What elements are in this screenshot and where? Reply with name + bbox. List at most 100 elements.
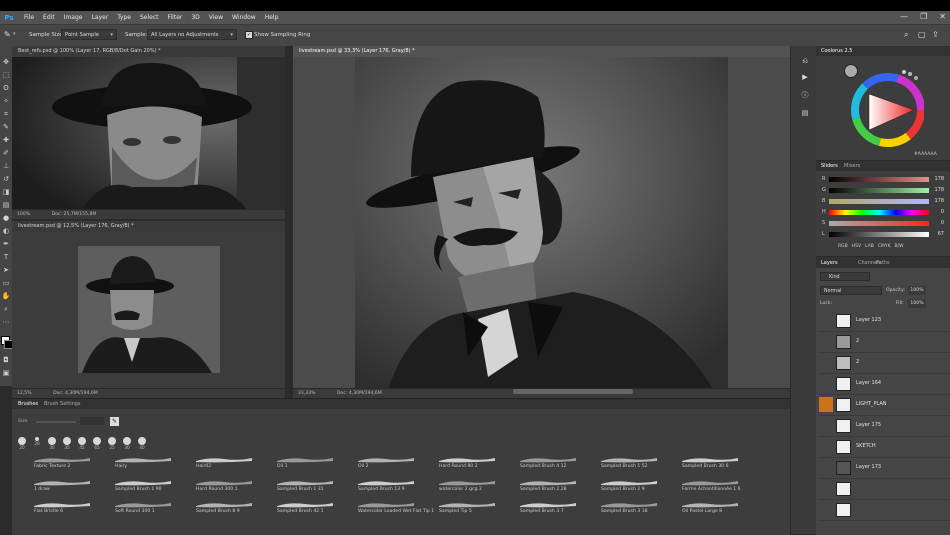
- horizontal-scrollbar[interactable]: [513, 389, 633, 394]
- eyedropper-tool-icon[interactable]: ✎: [1, 123, 11, 132]
- brush-tool-icon[interactable]: ✐: [1, 149, 11, 158]
- layer-row[interactable]: SKETCH: [819, 437, 950, 458]
- gradient-tool-icon[interactable]: ▤: [1, 201, 11, 210]
- properties-icon[interactable]: ▤: [800, 108, 810, 118]
- slider-l-track[interactable]: [829, 232, 929, 237]
- dodge-tool-icon[interactable]: ◐: [1, 227, 11, 236]
- brush-item[interactable]: Sampled Tip 5: [427, 501, 507, 519]
- brush-preset[interactable]: 20: [32, 437, 42, 446]
- layer-row[interactable]: 2: [819, 332, 950, 353]
- brush-item[interactable]: Sampled Brush 1 90: [103, 479, 183, 497]
- hand-tool-icon[interactable]: ✋: [1, 292, 11, 301]
- sample-select[interactable]: All Layers no Adjustments: [147, 29, 237, 41]
- slider-l-value[interactable]: 67: [930, 230, 944, 239]
- layer-name[interactable]: 2: [856, 359, 859, 365]
- sliders-tab[interactable]: Sliders: [821, 163, 838, 169]
- history-brush-icon[interactable]: ↺: [1, 175, 11, 184]
- layer-name[interactable]: Layer 164: [856, 380, 881, 386]
- hex-value[interactable]: #AAAAAA: [914, 152, 937, 157]
- show-sampling-ring-checkbox[interactable]: ✓: [245, 31, 253, 39]
- pen-tool-icon[interactable]: ✒: [1, 240, 11, 249]
- brush-item[interactable]: Sampled Brush 8 9: [184, 501, 264, 519]
- restore-button[interactable]: ❐: [920, 12, 927, 21]
- stamp-tool-icon[interactable]: ⊥: [1, 162, 11, 171]
- share-icon[interactable]: ⇪: [932, 30, 939, 39]
- info-icon[interactable]: ⓘ: [800, 90, 810, 100]
- layer-row[interactable]: Layer 164: [819, 374, 950, 395]
- mode-hsv[interactable]: HSV: [852, 244, 861, 249]
- reference-zoom-level[interactable]: 100%: [17, 212, 30, 217]
- brush-item[interactable]: Watercolor Loaded Wet Flat Tip 1: [346, 501, 434, 519]
- minimize-button[interactable]: —: [900, 12, 908, 21]
- brush-item[interactable]: Oil 2: [346, 456, 426, 474]
- coolorus-tab[interactable]: Coolorus 2.5: [821, 48, 852, 54]
- brush-item[interactable]: Sampled Brush 2 9: [589, 479, 669, 497]
- layer-row[interactable]: 2: [819, 353, 950, 374]
- brush-item[interactable]: Hard Round 300 1: [184, 479, 264, 497]
- new-brush-icon[interactable]: ✎: [110, 417, 119, 426]
- layer-name[interactable]: LIGHT_PLAN: [856, 401, 887, 407]
- mode-cmyk[interactable]: CMYK: [878, 244, 891, 249]
- brush-preset[interactable]: 40: [137, 437, 147, 450]
- marquee-tool-icon[interactable]: ⬚: [1, 71, 11, 80]
- layer-name[interactable]: Layer 123: [856, 317, 881, 323]
- layer-row[interactable]: Layer 175: [819, 416, 950, 437]
- blur-tool-icon[interactable]: ●: [1, 214, 11, 223]
- layer-row[interactable]: [819, 500, 950, 521]
- layer-name[interactable]: SKETCH: [856, 443, 876, 449]
- slider-h-value[interactable]: 0: [930, 208, 944, 217]
- search-icon[interactable]: ⌕: [904, 30, 908, 40]
- menu-image[interactable]: Image: [64, 14, 83, 21]
- brush-item[interactable]: 1 draw: [22, 479, 102, 497]
- history-icon[interactable]: ⎌: [800, 56, 810, 66]
- mixers-tab[interactable]: Mixers: [844, 163, 860, 169]
- slider-s-value[interactable]: 0: [930, 219, 944, 228]
- slider-g-track[interactable]: [829, 188, 929, 193]
- brush-item[interactable]: Sampled Brush 1 31: [265, 479, 345, 497]
- close-button[interactable]: ✕: [939, 12, 946, 21]
- layers-tab[interactable]: Layers: [821, 260, 838, 266]
- brush-item[interactable]: Sampled Brush 3 18: [589, 501, 669, 519]
- brush-item[interactable]: Hair02: [184, 456, 264, 474]
- lasso-tool-icon[interactable]: ʘ: [1, 84, 11, 93]
- workspace-icon[interactable]: ▢: [918, 30, 926, 39]
- opacity-value[interactable]: 100%: [908, 286, 926, 295]
- type-tool-icon[interactable]: T: [1, 253, 11, 262]
- brush-item[interactable]: Sampled Brush 2 28: [508, 479, 588, 497]
- brush-preset[interactable]: 45: [77, 437, 87, 450]
- menu-type[interactable]: Type: [117, 14, 131, 21]
- tool-preset-chevron-icon[interactable]: ▾: [13, 31, 16, 37]
- brush-item[interactable]: Sampled Brush 30 6: [670, 456, 750, 474]
- photoshop-logo-icon[interactable]: Ps: [3, 13, 15, 23]
- slider-h-track[interactable]: [829, 210, 929, 215]
- layer-row[interactable]: LIGHT_PLAN: [819, 395, 950, 416]
- slider-b-value[interactable]: 178: [930, 197, 944, 206]
- menu-layer[interactable]: Layer: [91, 14, 108, 21]
- brushes-tab[interactable]: Brushes: [18, 401, 38, 407]
- brush-item[interactable]: Hairy: [103, 456, 183, 474]
- brush-size-slider[interactable]: [36, 421, 76, 423]
- small-zoom-level[interactable]: 12,5%: [17, 391, 32, 396]
- brush-preset[interactable]: 35: [62, 437, 72, 450]
- menu-file[interactable]: File: [24, 14, 34, 21]
- crop-tool-icon[interactable]: ⌗: [1, 110, 11, 119]
- color-wheel[interactable]: [844, 64, 924, 148]
- brush-preset[interactable]: 65: [92, 437, 102, 450]
- healing-tool-icon[interactable]: ✚: [1, 136, 11, 145]
- eyedropper-icon[interactable]: ✎: [4, 30, 11, 39]
- actions-icon[interactable]: ▶: [800, 72, 810, 82]
- brush-preset[interactable]: 30: [47, 437, 57, 450]
- brush-item[interactable]: Sampled Brush 3 7: [508, 501, 588, 519]
- layer-row[interactable]: Layer 123: [819, 311, 950, 332]
- slider-g[interactable]: G 178: [822, 186, 944, 195]
- slider-s[interactable]: S 0: [822, 219, 944, 228]
- slider-r-value[interactable]: 178: [930, 175, 944, 184]
- menu-window[interactable]: Window: [232, 14, 256, 21]
- slider-g-value[interactable]: 178: [930, 186, 944, 195]
- slider-s-track[interactable]: [829, 221, 929, 226]
- move-tool-icon[interactable]: ✥: [1, 58, 11, 67]
- layer-filter-select[interactable]: Kind: [820, 272, 870, 281]
- main-canvas[interactable]: [293, 57, 790, 389]
- zoom-tool-icon[interactable]: ⌕: [1, 305, 11, 314]
- brush-item[interactable]: Oil Pastel Large 8: [670, 501, 750, 519]
